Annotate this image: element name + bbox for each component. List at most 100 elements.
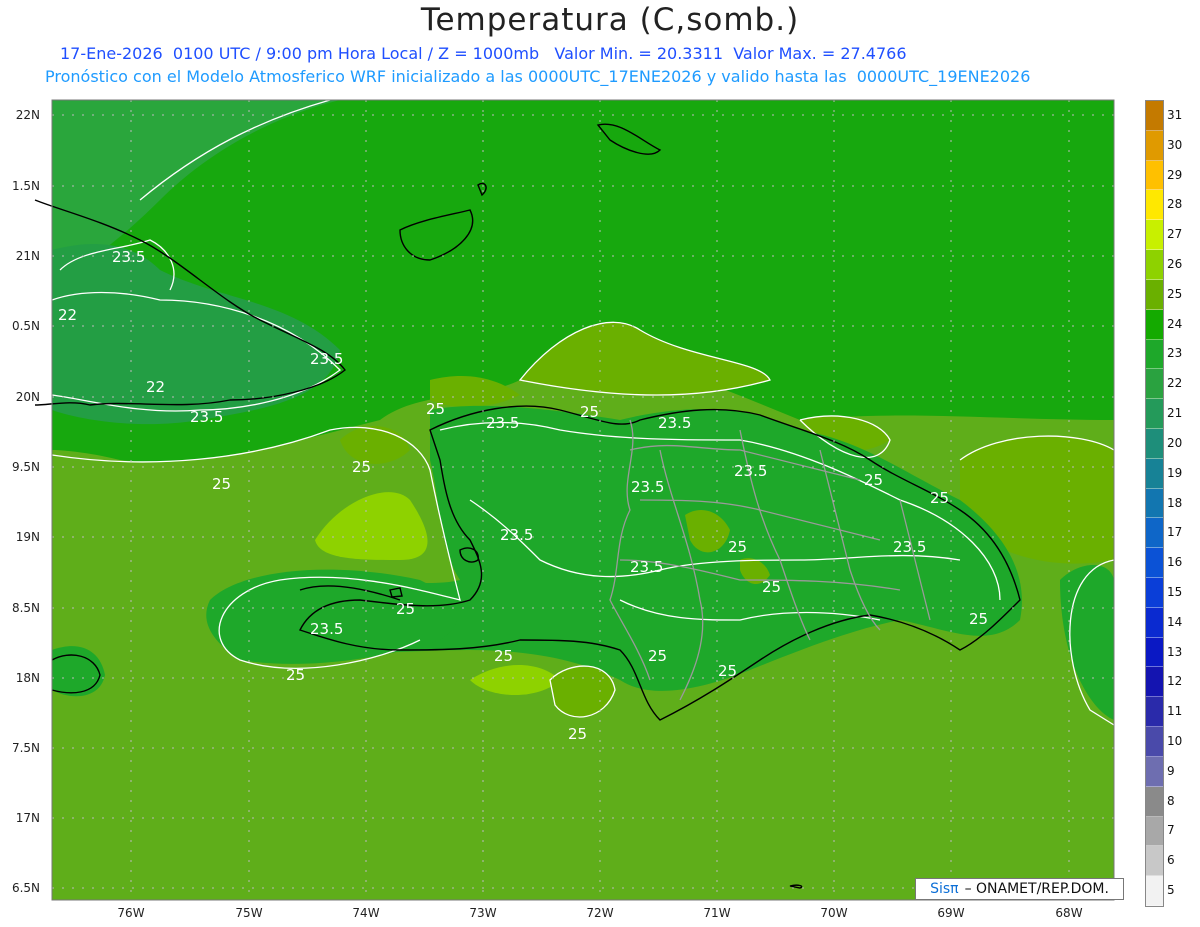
color-scale-label: 24 (1167, 316, 1183, 331)
color-scale-swatch (1146, 846, 1163, 877)
lat-label: 6.5N (11, 881, 40, 895)
lat-label: 19N (15, 530, 40, 544)
lon-label: 68W (1055, 906, 1083, 920)
lat-label: 1.5N (11, 179, 40, 193)
contour-label: 25 (648, 647, 667, 665)
color-scale-swatch (1146, 458, 1163, 489)
contour-label: 25 (728, 538, 747, 556)
color-scale-label: 15 (1167, 584, 1183, 599)
color-scale-bar (1145, 100, 1164, 907)
color-scale-label: 22 (1167, 376, 1183, 391)
color-scale-swatch (1146, 578, 1163, 608)
onamet-credit-text: – ONAMET/REP.DOM. (964, 881, 1109, 897)
color-scale-label: 5 (1167, 883, 1175, 898)
contour-label: 23.5 (310, 350, 343, 368)
color-scale-swatch (1146, 667, 1163, 698)
lat-label: 8.5N (11, 601, 40, 615)
contour-label: 25 (426, 400, 445, 418)
color-scale-swatch (1146, 756, 1163, 787)
lon-label: 71W (703, 906, 731, 920)
lat-label: 17N (15, 811, 40, 825)
color-scale-label: 18 (1167, 495, 1183, 510)
contour-label: 23.5 (893, 538, 926, 556)
contour-label: 25 (212, 475, 231, 493)
contour-label: 23.5 (630, 558, 663, 576)
lon-label: 76W (117, 906, 145, 920)
color-scale-label: 19 (1167, 465, 1183, 480)
contour-label: 25 (864, 471, 883, 489)
color-scale-label: 23 (1167, 346, 1183, 361)
contour-label: 25 (286, 666, 305, 684)
color-scale-label: 31 (1167, 107, 1183, 122)
color-scale-swatch (1146, 160, 1163, 191)
contour-label: 23.5 (500, 526, 533, 544)
lon-label: 74W (352, 906, 380, 920)
color-scale-label: 10 (1167, 734, 1183, 749)
color-scale-label: 21 (1167, 406, 1183, 421)
contour-label: 23.5 (486, 414, 519, 432)
color-scale-swatch (1146, 369, 1163, 400)
color-scale-label: 8 (1167, 793, 1175, 808)
color-scale-label: 26 (1167, 256, 1183, 271)
color-scale-swatch (1146, 876, 1163, 906)
color-scale-swatch (1146, 250, 1163, 280)
contour-label: 22 (58, 306, 77, 324)
color-scale-label: 28 (1167, 197, 1183, 212)
lat-label: 18N (15, 671, 40, 685)
lon-label: 75W (235, 906, 263, 920)
contour-label: 23.5 (112, 248, 145, 266)
color-scale-swatch (1146, 309, 1163, 340)
color-scale-label: 9 (1167, 763, 1175, 778)
lon-label: 70W (820, 906, 848, 920)
temperature-map: 23.5 22 23.5 22 23.5 25 25 25 23.5 25 23… (34, 99, 1115, 901)
contour-label: 25 (396, 600, 415, 618)
color-scale-label: 20 (1167, 435, 1183, 450)
lat-label: 20N (15, 390, 40, 404)
contour-label: 23.5 (658, 414, 691, 432)
color-scale-label: 6 (1167, 853, 1175, 868)
contour-label: 25 (762, 578, 781, 596)
color-scale-label: 14 (1167, 614, 1183, 629)
contour-label: 25 (494, 647, 513, 665)
contour-label: 23.5 (310, 620, 343, 638)
color-scale-swatch (1146, 637, 1163, 668)
color-scale-swatch (1146, 428, 1163, 459)
contour-label: 25 (568, 725, 587, 743)
color-scale-swatch (1146, 816, 1163, 847)
color-scale-swatch (1146, 279, 1163, 310)
color-scale-swatch (1146, 548, 1163, 578)
color-scale-label: 27 (1167, 227, 1183, 242)
color-scale-swatch (1146, 786, 1163, 817)
color-scale-label: 29 (1167, 167, 1183, 182)
lat-label: 0.5N (11, 319, 40, 333)
contour-label: 23.5 (734, 462, 767, 480)
lat-label: 21N (15, 249, 40, 263)
color-scale-swatch (1146, 399, 1163, 429)
lat-label: 9.5N (11, 460, 40, 474)
color-scale-label: 7 (1167, 823, 1175, 838)
lon-label: 69W (937, 906, 965, 920)
color-scale-swatch (1146, 727, 1163, 757)
color-scale-label: 13 (1167, 644, 1183, 659)
color-scale-swatch (1146, 697, 1163, 728)
color-scale-swatch (1146, 220, 1163, 251)
color-scale-swatch (1146, 339, 1163, 370)
color-scale-swatch (1146, 101, 1163, 131)
color-scale-swatch (1146, 190, 1163, 221)
color-scale-swatch (1146, 518, 1163, 549)
lon-label: 73W (469, 906, 497, 920)
contour-label: 25 (969, 610, 988, 628)
contour-label: 25 (718, 662, 737, 680)
contour-label: 22 (146, 378, 165, 396)
color-scale-label: 12 (1167, 674, 1183, 689)
contour-label: 25 (930, 489, 949, 507)
color-scale-swatch (1146, 130, 1163, 161)
lon-label: 72W (586, 906, 614, 920)
contour-label: 23.5 (631, 478, 664, 496)
color-scale-label: 17 (1167, 525, 1183, 540)
sispi-logo-text: Sisπ (930, 881, 959, 897)
lat-label: 22N (15, 108, 40, 122)
lat-label: 7.5N (11, 741, 40, 755)
contour-label: 23.5 (190, 408, 223, 426)
color-scale-label: 11 (1167, 704, 1183, 719)
